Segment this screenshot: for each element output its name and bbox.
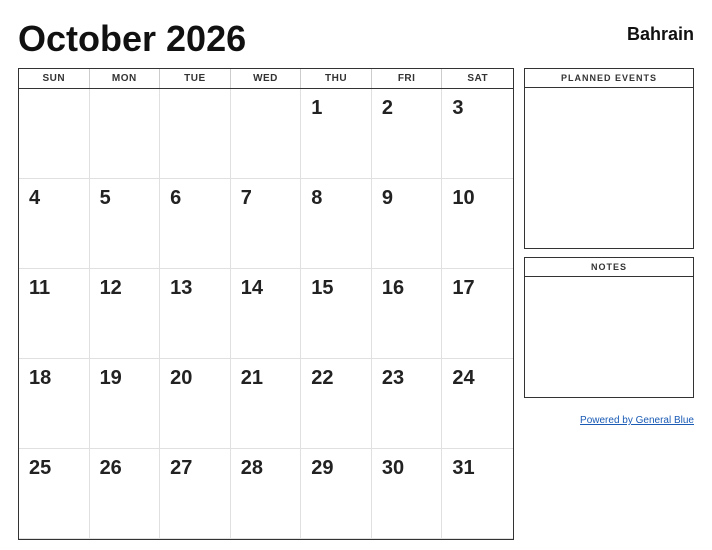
planned-events-content: [525, 88, 693, 248]
calendar-cell: 12: [90, 269, 161, 359]
calendar-cell: 22: [301, 359, 372, 449]
calendar-cell: 1: [301, 89, 372, 179]
calendar-cell: 29: [301, 449, 372, 539]
calendar-cell: [90, 89, 161, 179]
country-name: Bahrain: [627, 24, 694, 45]
calendar-cell: 26: [90, 449, 161, 539]
calendar-cell: 27: [160, 449, 231, 539]
calendar-cell: 4: [19, 179, 90, 269]
calendar-cell: 31: [442, 449, 513, 539]
day-header: SAT: [442, 69, 513, 88]
notes-box: NOTES: [524, 257, 694, 398]
notes-title: NOTES: [525, 258, 693, 277]
month-title: October 2026: [18, 18, 246, 60]
calendar-cell: 21: [231, 359, 302, 449]
day-header: MON: [90, 69, 161, 88]
calendar-grid: 1234567891011121314151617181920212223242…: [19, 89, 513, 539]
main-content: SUNMONTUEWEDTHUFRISAT 123456789101112131…: [18, 68, 694, 540]
calendar-cell: 8: [301, 179, 372, 269]
calendar-cell: 5: [90, 179, 161, 269]
powered-by-link[interactable]: Powered by General Blue: [580, 415, 694, 426]
calendar-cell: 3: [442, 89, 513, 179]
calendar-cell: 28: [231, 449, 302, 539]
calendar-cell: 16: [372, 269, 443, 359]
sidebar: PLANNED EVENTS NOTES Powered by General …: [524, 68, 694, 540]
calendar-cell: 20: [160, 359, 231, 449]
day-header: TUE: [160, 69, 231, 88]
header: October 2026 Bahrain: [18, 18, 694, 60]
calendar-cell: 7: [231, 179, 302, 269]
calendar-cell: 18: [19, 359, 90, 449]
calendar-cell: [160, 89, 231, 179]
calendar-cell: 10: [442, 179, 513, 269]
powered-by: Powered by General Blue: [524, 410, 694, 428]
calendar-cell: 2: [372, 89, 443, 179]
calendar-cell: [231, 89, 302, 179]
calendar-cell: [19, 89, 90, 179]
calendar-cell: 11: [19, 269, 90, 359]
calendar-cell: 14: [231, 269, 302, 359]
day-headers: SUNMONTUEWEDTHUFRISAT: [19, 69, 513, 89]
page: October 2026 Bahrain SUNMONTUEWEDTHUFRIS…: [0, 0, 712, 550]
calendar-cell: 19: [90, 359, 161, 449]
notes-content: [525, 277, 693, 397]
calendar-cell: 24: [442, 359, 513, 449]
planned-events-title: PLANNED EVENTS: [525, 69, 693, 88]
calendar-cell: 13: [160, 269, 231, 359]
calendar-section: SUNMONTUEWEDTHUFRISAT 123456789101112131…: [18, 68, 514, 540]
calendar-cell: 30: [372, 449, 443, 539]
calendar-cell: 9: [372, 179, 443, 269]
calendar-cell: 6: [160, 179, 231, 269]
planned-events-box: PLANNED EVENTS: [524, 68, 694, 249]
calendar-cell: 23: [372, 359, 443, 449]
day-header: THU: [301, 69, 372, 88]
calendar-cell: 25: [19, 449, 90, 539]
day-header: WED: [231, 69, 302, 88]
day-header: SUN: [19, 69, 90, 88]
day-header: FRI: [372, 69, 443, 88]
calendar-cell: 17: [442, 269, 513, 359]
calendar-cell: 15: [301, 269, 372, 359]
